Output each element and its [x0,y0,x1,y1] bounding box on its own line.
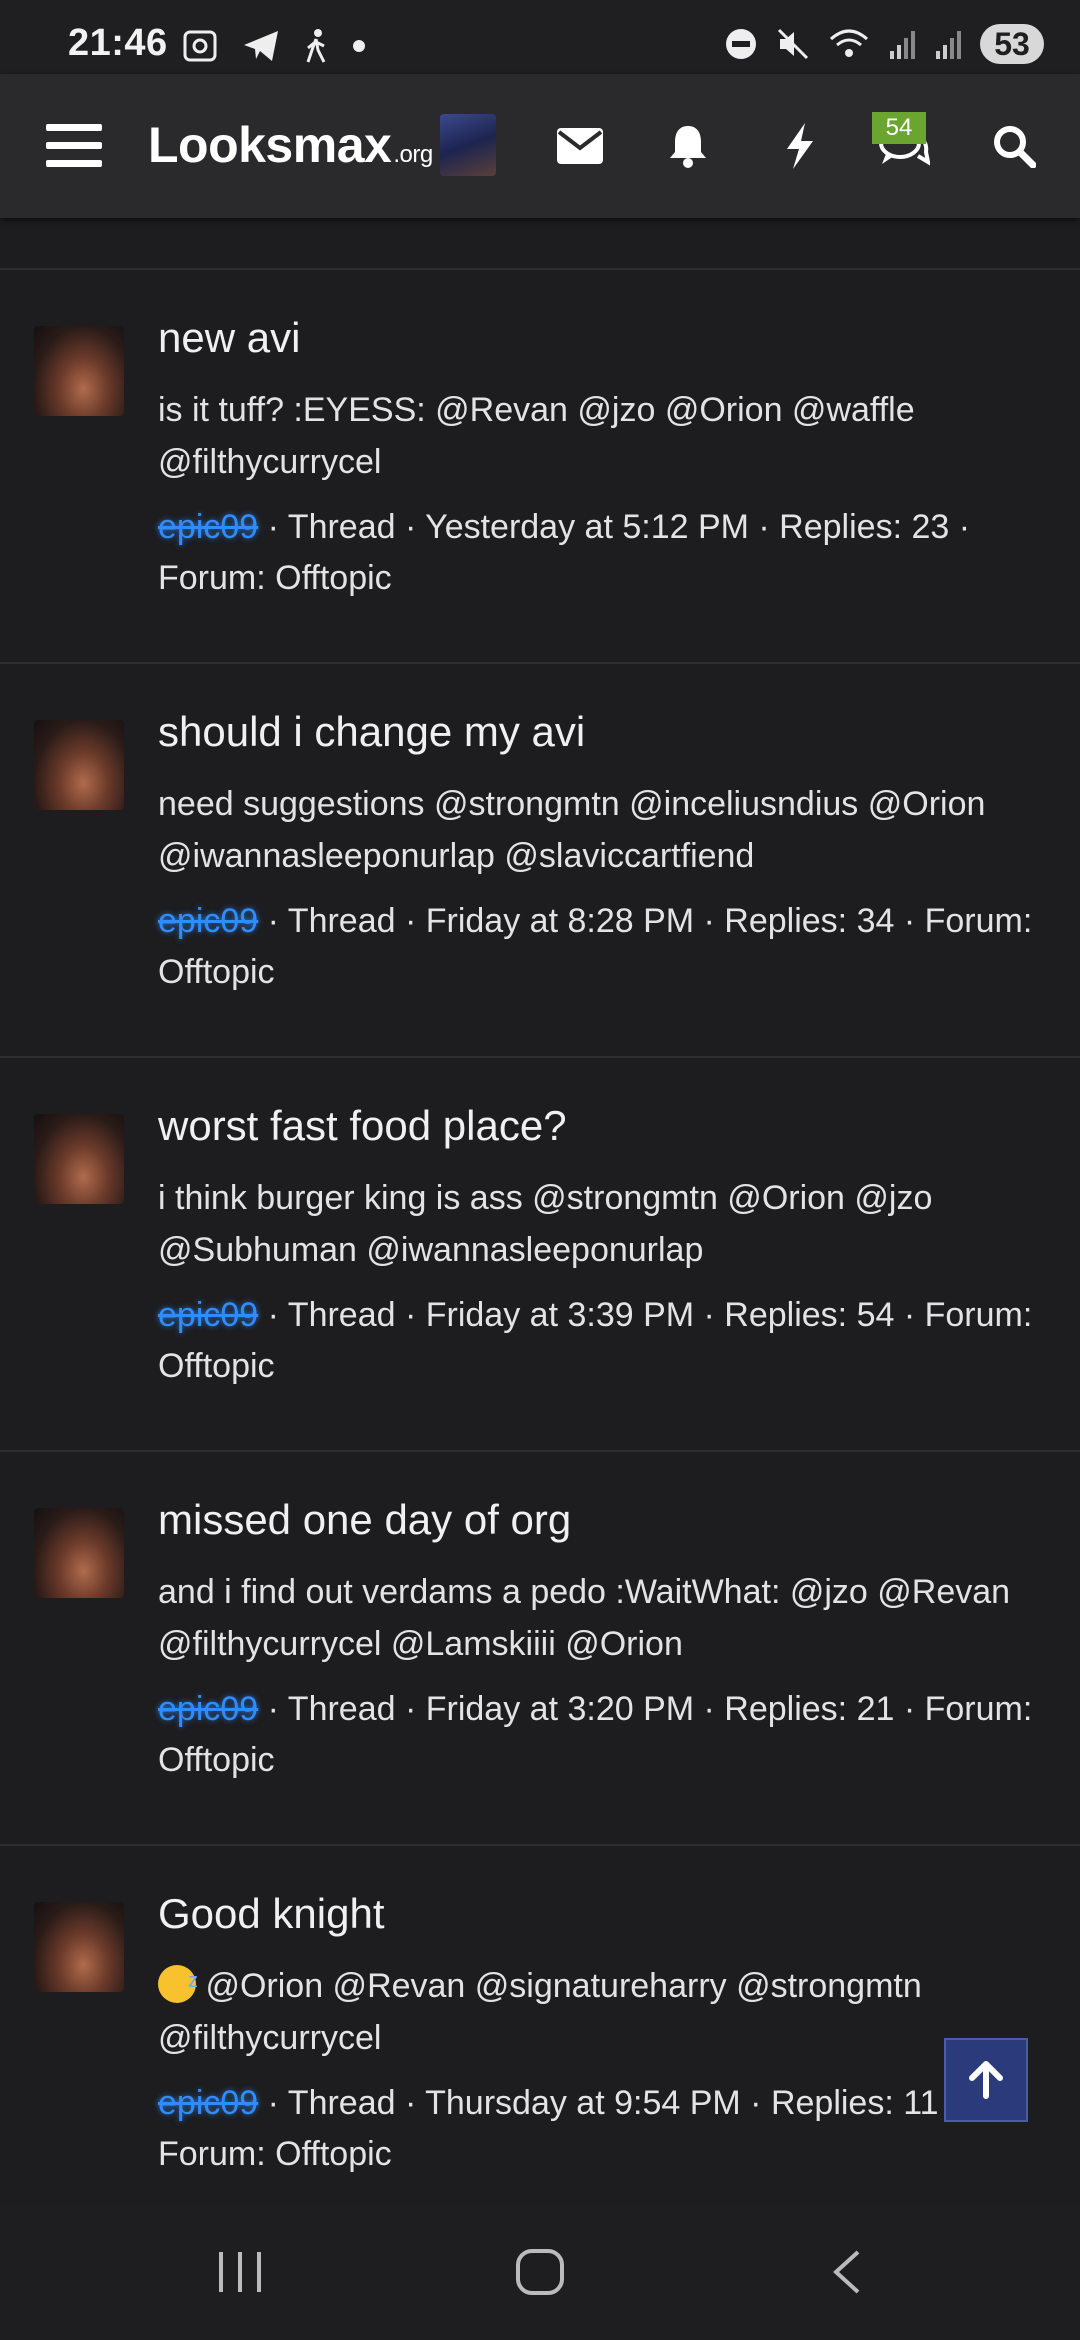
sleeping-emoji-icon [158,1955,198,2007]
author-avatar[interactable] [34,1508,124,1598]
home-icon [516,2249,564,2295]
thread-item[interactable]: worst fast food place? i think burger ki… [0,1058,1080,1452]
thread-title[interactable]: new avi [158,314,300,362]
forum-link[interactable]: Forum: Offtopic [158,559,392,597]
recents-icon [219,2252,261,2292]
author-avatar[interactable] [34,326,124,416]
mail-icon [557,128,603,164]
thread-item[interactable]: should i change my avi need suggestions … [0,664,1080,1058]
thread-snippet-wrap: @Orion @Revan @signatureharry @strongmtn… [158,1955,1048,2064]
thread-meta-text: · Thread · Friday at 8:28 PM · Replies: … [258,902,925,940]
status-time: 21:46 [68,22,168,64]
recents-button[interactable] [210,2242,270,2302]
screenshot-icon [183,30,217,62]
status-left-icons [182,28,366,64]
whats-new-button[interactable] [764,110,836,182]
bell-icon [670,126,706,168]
alerts-button[interactable] [652,110,724,182]
telegram-icon [244,31,278,61]
status-bar: 21:46 53 [0,0,1080,74]
author-link[interactable]: epic09 [158,2084,258,2122]
thread-item[interactable]: missed one day of org and i find out ver… [0,1452,1080,1846]
inbox-button[interactable] [544,110,616,182]
thread-title[interactable]: should i change my avi [158,708,585,756]
thread-meta: epic09 · Thread · Yesterday at 5:12 PM ·… [158,502,1038,604]
thread-title[interactable]: Good knight [158,1890,385,1938]
wifi-icon [830,29,868,57]
thread-meta-text: · Thread · Friday at 3:20 PM · Replies: … [258,1690,925,1728]
back-icon [833,2250,860,2294]
forum-navbar: Looksmax.org 54 [0,74,1080,218]
logo-text: Looksmax [148,117,392,173]
battery-indicator: 53 [980,24,1044,64]
author-avatar[interactable] [34,1114,124,1204]
thread-snippet: i think burger king is ass @strongmtn @O… [158,1179,933,1269]
thread-snippet: and i find out verdams a pedo :WaitWhat:… [158,1573,1011,1663]
author-avatar[interactable] [34,1902,124,1992]
status-right-icons: 53 [724,24,1044,64]
forum-link[interactable]: Forum: Offtopic [158,2135,392,2173]
search-button[interactable] [978,110,1050,182]
dnd-icon [726,29,756,59]
author-link[interactable]: epic09 [158,1690,258,1728]
thread-title[interactable]: worst fast food place? [158,1102,567,1150]
logo-suffix: .org [393,141,433,168]
thread-meta: epic09 · Thread · Friday at 3:39 PM · Re… [158,1290,1038,1392]
bolt-icon [787,123,813,169]
author-link[interactable]: epic09 [158,508,258,546]
chat-badge: 54 [872,112,926,144]
thread-meta-text: · Thread · Friday at 3:39 PM · Replies: … [258,1296,925,1334]
thread-meta-text: · Thread · Thursday at 9:54 PM · Replies… [258,2084,960,2122]
menu-icon [46,124,102,167]
menu-button[interactable] [38,110,110,182]
author-link[interactable]: epic09 [158,1296,258,1334]
thread-title[interactable]: missed one day of org [158,1496,571,1544]
thread-list: new avi is it tuff? :EYESS: @Revan @jzo … [0,218,1080,2238]
thread-snippet: @Orion @Revan @signatureharry @strongmtn… [158,1967,922,2057]
thread-meta: epic09 · Thread · Friday at 8:28 PM · Re… [158,896,1038,998]
signal-icon [936,31,961,59]
thread-item[interactable]: Good knight @Orion @Revan @signatureharr… [0,1846,1080,2238]
dot-icon [353,40,365,52]
mute-icon [777,28,809,60]
scroll-to-top-button[interactable] [944,2038,1028,2122]
system-nav-bar [0,2204,1080,2340]
thread-snippet: is it tuff? :EYESS: @Revan @jzo @Orion @… [158,391,915,481]
site-logo[interactable]: Looksmax.org [148,116,433,174]
thread-item[interactable]: new avi is it tuff? :EYESS: @Revan @jzo … [0,268,1080,664]
signal-icon [890,31,915,59]
thread-meta: epic09 · Thread · Thursday at 9:54 PM · … [158,2078,1038,2180]
thread-snippet: need suggestions @strongmtn @inceliusndi… [158,785,986,875]
search-icon [994,126,1036,168]
author-avatar[interactable] [34,720,124,810]
back-button[interactable] [816,2242,876,2302]
author-link[interactable]: epic09 [158,902,258,940]
user-avatar[interactable] [440,114,496,176]
thread-meta: epic09 · Thread · Friday at 3:20 PM · Re… [158,1684,1038,1786]
thread-meta-text: · Thread · Yesterday at 5:12 PM · Replie… [258,508,971,546]
home-button[interactable] [510,2242,570,2302]
walk-icon [306,29,326,63]
arrow-up-icon [969,2061,1003,2099]
